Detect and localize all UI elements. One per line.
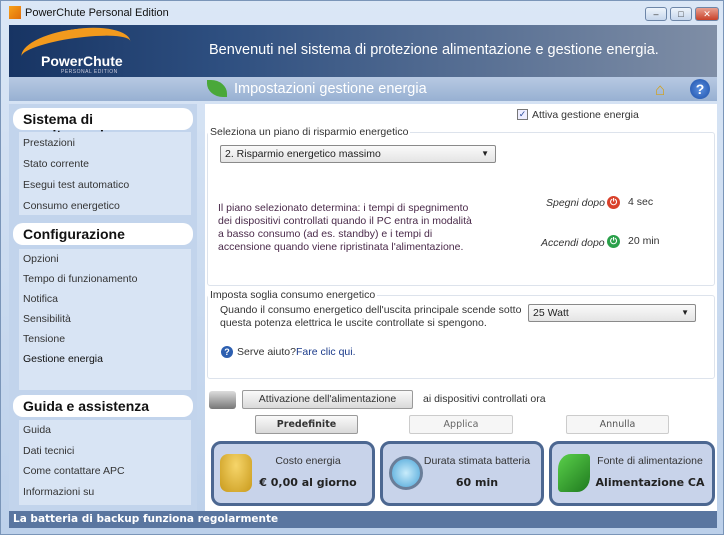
- plan-description-line: Il piano selezionato determina: i tempi …: [218, 202, 469, 214]
- minimize-button[interactable]: –: [645, 7, 667, 21]
- sidebar: Sistema di monitoraggio Prestazioni Stat…: [9, 104, 197, 511]
- subheader: Impostazioni gestione energia ⌂ ?: [9, 77, 717, 101]
- sidebar-item-dati-tecnici[interactable]: Dati tecnici: [23, 445, 74, 457]
- power-on-icon: ⏻: [607, 235, 620, 248]
- sidebar-group-configurazione: Opzioni Tempo di funzionamento Notifica …: [19, 249, 191, 390]
- threshold-group: Imposta soglia consumo energetico: [207, 289, 715, 379]
- enable-checkbox-label: Attiva gestione energia: [532, 109, 639, 121]
- close-button[interactable]: ✕: [695, 7, 719, 21]
- chevron-down-icon: ▼: [681, 308, 689, 317]
- power-off-icon: ⏻: [607, 196, 620, 209]
- threshold-description-line: questa potenza elettrica le uscite contr…: [220, 317, 487, 329]
- energy-cost-value: € 0,00 al giorno: [259, 476, 357, 489]
- sidebar-item-prestazioni[interactable]: Prestazioni: [23, 137, 75, 149]
- energy-cost-card: Costo energia € 0,00 al giorno: [211, 441, 375, 506]
- threshold-description-line: Quando il consumo energetico dell'uscita…: [220, 304, 522, 316]
- sidebar-heading-guida: Guida e assistenza: [13, 395, 193, 417]
- sidebar-item-notifica[interactable]: Notifica: [23, 293, 58, 305]
- chevron-down-icon: ▼: [481, 149, 489, 158]
- enable-checkbox[interactable]: ✓: [517, 109, 528, 120]
- sidebar-heading-configurazione: Configurazione: [13, 223, 193, 245]
- home-icon[interactable]: ⌂: [655, 80, 665, 100]
- help-question: Serve aiuto?: [237, 346, 296, 358]
- sidebar-item-stato-corrente[interactable]: Stato corrente: [23, 158, 89, 170]
- sidebar-item-informazioni[interactable]: Informazioni su: [23, 486, 94, 498]
- sidebar-item-opzioni[interactable]: Opzioni: [23, 253, 59, 265]
- logo-subtitle: PERSONAL EDITION: [61, 69, 118, 75]
- defaults-button[interactable]: Predefinite: [255, 415, 358, 434]
- header-banner: PowerChute PERSONAL EDITION Benvenuti ne…: [9, 21, 717, 77]
- sidebar-item-guida[interactable]: Guida: [23, 424, 51, 436]
- on-delay-label: Accendi dopo: [541, 237, 605, 249]
- on-delay-value: 20 min: [628, 235, 660, 247]
- printer-icon: [209, 391, 236, 409]
- window-title: PowerChute Personal Edition: [25, 7, 169, 19]
- sidebar-item-tempo-funzionamento[interactable]: Tempo di funzionamento: [23, 273, 137, 285]
- sidebar-item-test-automatico[interactable]: Esegui test automatico: [23, 179, 129, 191]
- help-link[interactable]: Fare clic qui.: [296, 346, 356, 359]
- plan-select[interactable]: 2. Risparmio energetico massimo ▼: [220, 145, 496, 163]
- sidebar-item-gestione-energia[interactable]: Gestione energia: [23, 353, 103, 365]
- plan-description: Il piano selezionato determina: i tempi …: [218, 202, 472, 254]
- maximize-button[interactable]: □: [670, 7, 692, 21]
- threshold-description: Quando il consumo energetico dell'uscita…: [220, 304, 521, 330]
- title-bar: PowerChute Personal Edition – □ ✕: [1, 1, 723, 25]
- power-source-value: Alimentazione CA: [595, 476, 705, 489]
- main-panel: ✓ Attiva gestione energia Seleziona un p…: [205, 104, 717, 511]
- power-source-card: Fonte di alimentazione Alimentazione CA: [549, 441, 715, 506]
- cancel-button[interactable]: Annulla: [566, 415, 669, 434]
- threshold-select-value: 25 Watt: [533, 307, 569, 319]
- battery-runtime-label: Durata stimata batteria: [423, 455, 531, 467]
- sidebar-group-monitoring: Prestazioni Stato corrente Esegui test a…: [19, 132, 191, 215]
- apply-button[interactable]: Applica: [409, 415, 513, 434]
- help-circle-icon: ?: [221, 346, 233, 358]
- plan-select-value: 2. Risparmio energetico massimo: [225, 148, 381, 160]
- sidebar-item-sensibilita[interactable]: Sensibilità: [23, 313, 71, 325]
- battery-runtime-card: Durata stimata batteria 60 min: [380, 441, 544, 506]
- logo: PowerChute: [41, 53, 123, 69]
- app-window: PowerChute Personal Edition – □ ✕ PowerC…: [0, 0, 724, 535]
- plug-icon: [558, 454, 590, 492]
- plan-description-line: accensione quando viene ripristinata l'a…: [218, 241, 464, 253]
- power-source-label: Fonte di alimentazione: [597, 455, 703, 467]
- plan-description-line: a basso consumo (ad es. standby) e i tem…: [218, 228, 433, 240]
- sidebar-heading-monitoring: Sistema di monitoraggio: [13, 108, 193, 143]
- power-on-suffix: ai dispositivi controllati ora: [423, 393, 546, 405]
- plan-description-line: dei dispositivi controllati quando il PC…: [218, 215, 472, 227]
- threshold-select[interactable]: 25 Watt ▼: [528, 304, 696, 322]
- sidebar-item-contattare-apc[interactable]: Come contattare APC: [23, 465, 125, 477]
- sidebar-group-guida: Guida Dati tecnici Come contattare APC I…: [19, 420, 191, 505]
- energy-cost-label: Costo energia: [275, 455, 341, 467]
- threshold-legend: Imposta soglia consumo energetico: [210, 289, 376, 301]
- battery-runtime-value: 60 min: [455, 476, 499, 489]
- page-title: Impostazioni gestione energia: [234, 81, 427, 97]
- off-delay-value: 4 sec: [628, 196, 654, 208]
- power-on-now-button[interactable]: Attivazione dell'alimentazione: [242, 390, 413, 409]
- help-icon[interactable]: ?: [690, 79, 710, 99]
- plan-legend: Seleziona un piano di risparmio energeti…: [210, 126, 409, 138]
- app-icon: [9, 6, 21, 19]
- leaf-icon: [207, 80, 227, 97]
- sidebar-item-consumo-energetico[interactable]: Consumo energetico: [23, 200, 120, 212]
- off-delay-label: Spegni dopo: [546, 197, 605, 209]
- sidebar-item-tensione[interactable]: Tensione: [23, 333, 65, 345]
- welcome-text: Benvenuti nel sistema di protezione alim…: [209, 42, 659, 58]
- status-bar: La batteria di backup funziona regolarme…: [9, 511, 717, 528]
